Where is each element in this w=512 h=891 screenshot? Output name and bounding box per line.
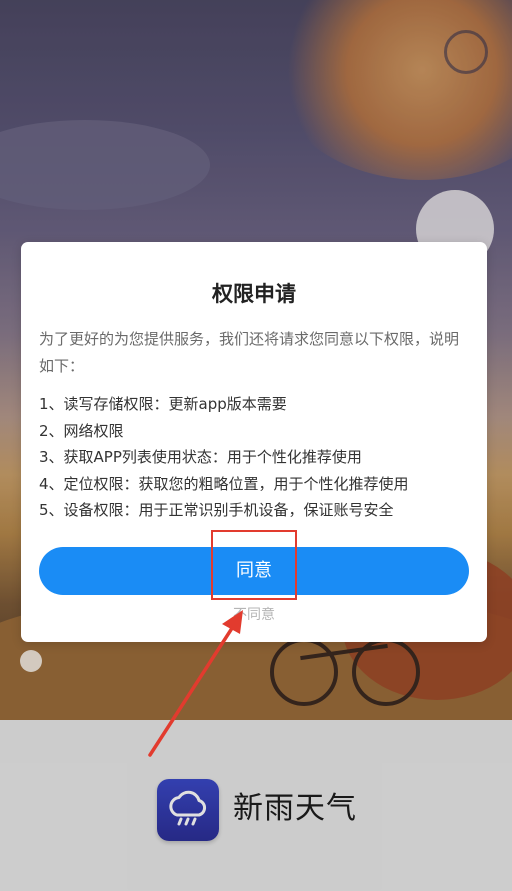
permission-item-device: 5、设备权限：用于正常识别手机设备，保证账号安全 xyxy=(39,501,394,519)
dialog-title: 权限申请 xyxy=(212,282,296,306)
permission-list: 1、读写存储权限：更新app版本需要 2、网络权限 3、获取APP列表使用状态：… xyxy=(39,391,479,524)
permission-item-network: 2、网络权限 xyxy=(39,421,124,440)
permission-item-app-list: 3、获取APP列表使用状态：用于个性化推荐使用 xyxy=(39,448,362,466)
permission-item-storage: 1、读写存储权限：更新app版本需要 xyxy=(39,395,287,413)
permission-item-location: 4、定位权限：获取您的粗略位置，用于个性化推荐使用 xyxy=(39,474,409,493)
disagree-button[interactable]: 不同意 xyxy=(21,604,487,626)
annotation-highlight-box xyxy=(211,530,297,600)
dialog-intro-text: 为了更好的为您提供服务，我们还将请求您同意以下权限，说明如下： xyxy=(39,330,460,375)
